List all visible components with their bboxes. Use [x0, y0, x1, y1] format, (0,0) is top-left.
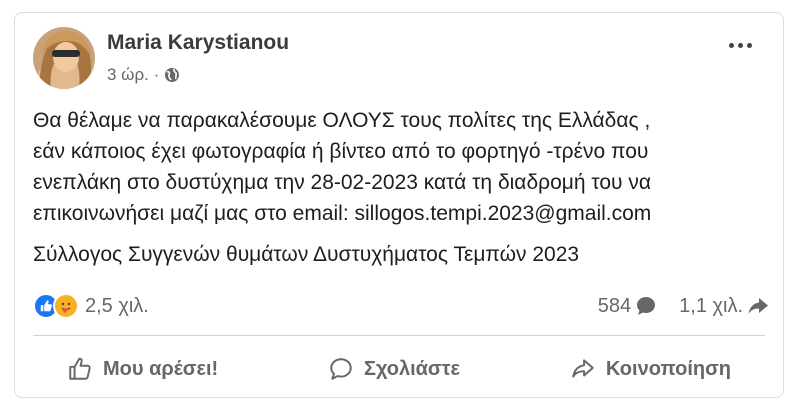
actions-divider — [33, 335, 765, 336]
avatar[interactable] — [33, 27, 95, 89]
like-button[interactable]: Μου αρέσει! — [33, 350, 252, 388]
thumbs-up-icon — [69, 357, 91, 380]
reactions-summary[interactable]: 2,5 χιλ. — [33, 293, 149, 319]
comments-count-link[interactable]: 584 — [598, 295, 657, 318]
shares-count: 1,1 χιλ. — [679, 294, 743, 317]
post-stats: 2,5 χιλ. 584 1,1 χιλ. — [33, 289, 769, 323]
post-timestamp[interactable]: 3 ώρ. · — [107, 65, 159, 85]
share-arrow-icon — [748, 298, 768, 314]
post-meta: 3 ώρ. · — [107, 65, 180, 85]
comment-icon — [330, 358, 352, 380]
post-body-line: επικοινωνήσει μαζί μας στο email: sillog… — [33, 202, 652, 225]
engagement-stats: 584 1,1 χιλ. — [598, 295, 769, 318]
post-body-line: Θα θέλαμε να παρακαλέσουμε ΟΛΟΥΣ τους πο… — [33, 109, 651, 132]
post-body-line: ενεπλάκη στο δυστύχημα την 28-02-2023 κα… — [33, 171, 652, 194]
share-button[interactable]: Κοινοποίηση — [536, 350, 765, 388]
post-actions: Μου αρέσει! Σχολιάστε Κοινοποίηση — [33, 347, 765, 391]
shares-count-link[interactable]: 1,1 χιλ. — [679, 295, 769, 318]
share-icon — [572, 359, 594, 378]
post-body: Θα θέλαμε να παρακαλέσουμε ΟΛΟΥΣ τους πο… — [33, 105, 773, 229]
care-icon — [53, 293, 79, 319]
globe-icon[interactable] — [164, 67, 180, 83]
post-card: Maria Karystianou 3 ώρ. · Θα θέλαμε να π… — [14, 12, 784, 398]
like-button-label: Μου αρέσει! — [103, 357, 219, 380]
dot-icon — [737, 42, 743, 48]
share-button-label: Κοινοποίηση — [605, 357, 731, 380]
reactions-count[interactable]: 2,5 χιλ. — [85, 295, 149, 318]
comment-button-label: Σχολιάστε — [363, 357, 461, 380]
avatar-image — [33, 27, 95, 89]
post-signature: Σύλλογος Συγγενών θυμάτων Δυστυχήματος Τ… — [33, 243, 580, 266]
dot-icon — [746, 42, 752, 48]
more-options-button[interactable] — [723, 35, 757, 55]
author-name[interactable]: Maria Karystianou — [107, 31, 289, 55]
comments-count: 584 — [597, 294, 632, 317]
comment-button[interactable]: Σχολιάστε — [294, 350, 494, 388]
post-body-line: εάν κάποιος έχει φωτογραφία ή βίντεο από… — [33, 140, 649, 163]
dot-icon — [728, 42, 734, 48]
comment-bubble-icon — [637, 297, 656, 315]
